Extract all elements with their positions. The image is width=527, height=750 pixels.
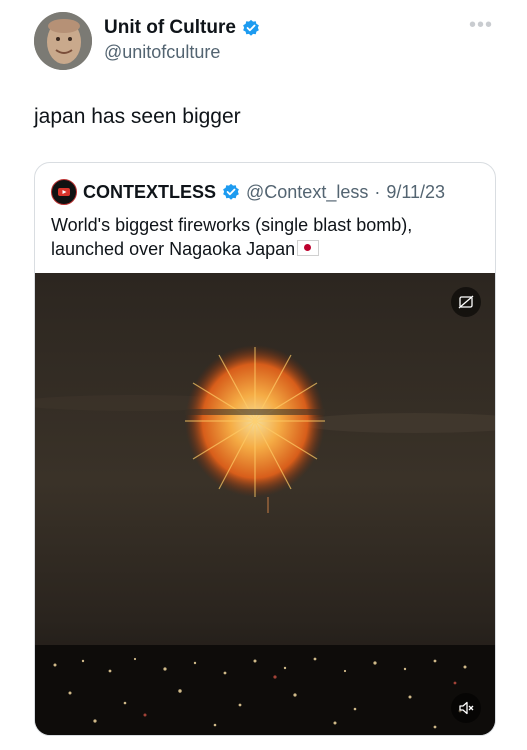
city-lights [35,645,495,735]
quoted-tweet[interactable]: CONTEXTLESS @Context_less · 9/11/23 World'… [34,162,496,736]
avatar-image [34,12,92,70]
speaker-muted-glyph [459,701,474,715]
quoted-avatar[interactable] [51,179,77,205]
hide-media-glyph [458,295,474,309]
quoted-header: CONTEXTLESS @Context_less · 9/11/23 [51,179,445,205]
author-avatar[interactable] [34,12,92,70]
more-options-icon[interactable]: ••• [469,14,493,37]
quoted-handle[interactable]: @Context_less [246,182,368,203]
hide-media-icon[interactable] [451,287,481,317]
tweet-text: japan has seen bigger [34,105,241,128]
fireworks-video-frame [35,273,495,735]
author-name-row[interactable]: Unit of Culture [104,17,260,39]
quoted-video[interactable] [35,273,495,735]
verified-badge-icon [223,183,239,200]
date-separator: · [374,181,381,202]
japan-flag-icon [297,240,320,256]
quoted-text: World's biggest fireworks (single blast … [51,215,413,259]
author-handle[interactable]: @unitofculture [104,42,220,63]
mute-icon[interactable] [451,693,481,723]
verified-badge-icon [243,19,259,36]
quoted-date[interactable]: 9/11/23 [386,182,445,203]
play-logo-icon [58,188,70,196]
quoted-text-block: World's biggest fireworks (single blast … [51,213,481,261]
quoted-name[interactable]: CONTEXTLESS [83,182,216,203]
tweet-card: Unit of Culture @unitofculture ••• japan… [0,0,527,750]
author-name[interactable]: Unit of Culture [104,17,236,39]
